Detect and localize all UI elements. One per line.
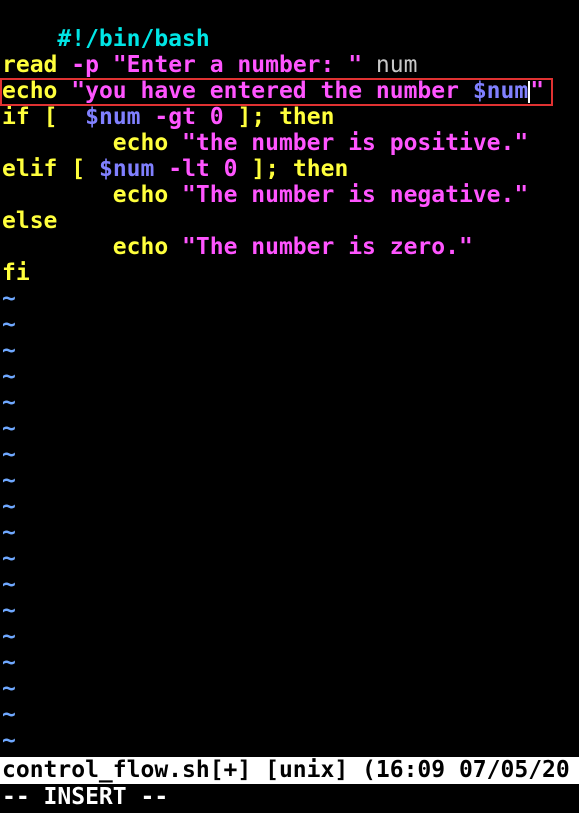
if-keyword: if [2,104,30,130]
empty-line-tilde: ~ [2,546,16,572]
elif-bracket: [ [71,156,86,182]
code-line-if: if [ $num -gt 0 ]; then [2,104,334,130]
empty-line-tilde: ~ [2,338,16,364]
empty-line-tilde: ~ [2,728,16,754]
empty-line-tilde: ~ [2,520,16,546]
echo-keyword: echo [112,130,169,156]
echo-keyword: echo [112,234,169,260]
code-line-echo-positive: echo "the number is positive." [2,130,528,156]
vim-mode-indicator: -- INSERT -- [2,784,169,810]
elif-variable: $num [98,156,155,182]
elif-close: ]; [251,156,280,182]
vim-editor-area[interactable]: #!/bin/bash read -p "Enter a number: " n… [0,0,579,757]
empty-line-tilde: ~ [2,468,16,494]
code-line-read: read -p "Enter a number: " num [2,52,417,78]
read-prompt-string: "Enter a number: " [112,52,363,78]
code-line-echo-negative: echo "The number is negative." [2,182,528,208]
code-line-echo-zero: echo "The number is zero." [2,234,473,260]
empty-line-tilde: ~ [2,494,16,520]
empty-line-tilde: ~ [2,364,16,390]
echo-keyword: echo [112,182,169,208]
if-variable: $num [85,104,141,130]
if-operator: -gt [154,104,196,130]
echo-variable: $num [472,78,529,104]
echo-string: "you have entered the number [71,78,473,104]
vim-status-bar: control_flow.sh[+] [unix] (16:09 07/05/2… [0,757,579,784]
elif-operator: -lt [168,156,210,182]
read-keyword: read [2,52,58,78]
elif-number: 0 [223,156,238,182]
code-line-echo-entered: echo "you have entered the number $num" [2,78,544,104]
empty-line-tilde: ~ [2,650,16,676]
code-line-fi: fi [2,260,30,286]
echo-positive-string: "the number is positive." [182,130,529,156]
echo-string-end: " [530,78,545,104]
if-then: then [279,104,335,130]
empty-line-tilde: ~ [2,286,16,312]
empty-line-tilde: ~ [2,624,16,650]
if-close: ]; [237,104,266,130]
elif-keyword: elif [2,156,58,182]
elif-then: then [292,156,349,182]
code-line-shebang: #!/bin/bash [2,0,209,52]
read-flag: -p [71,52,99,78]
empty-line-tilde: ~ [2,312,16,338]
empty-line-tilde: ~ [2,390,16,416]
code-line-else: else [2,208,57,234]
empty-line-tilde: ~ [2,442,16,468]
empty-line-tilde: ~ [2,572,16,598]
echo-keyword: echo [2,78,58,104]
empty-line-tilde: ~ [2,416,16,442]
if-number: 0 [209,104,224,130]
empty-line-tilde: ~ [2,676,16,702]
empty-line-tilde: ~ [2,702,16,728]
shebang-text: #!/bin/bash [57,26,210,52]
echo-zero-string: "The number is zero." [182,234,473,260]
fi-keyword: fi [2,260,30,286]
if-bracket: [ [43,104,58,130]
empty-line-tilde: ~ [2,598,16,624]
code-line-elif: elif [ $num -lt 0 ]; then [2,156,348,182]
echo-negative-string: "The number is negative." [182,182,529,208]
read-variable: num [375,52,418,78]
else-keyword: else [2,208,58,234]
